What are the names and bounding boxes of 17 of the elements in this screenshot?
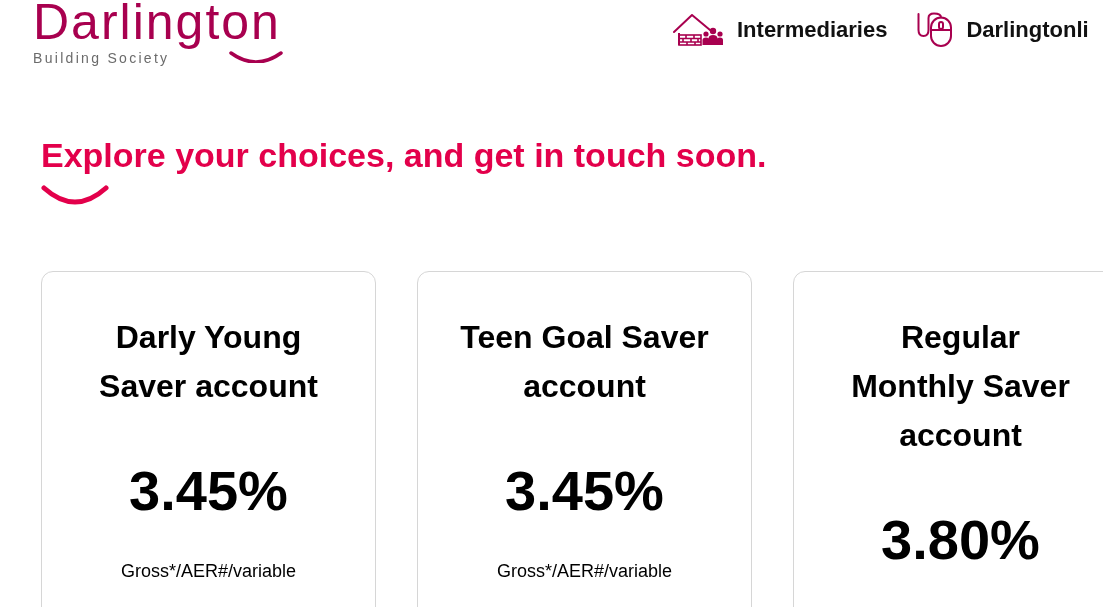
interest-rate: 3.45% <box>129 459 288 523</box>
smile-curve-icon <box>229 51 283 63</box>
card-title: Darly Young Saver account <box>99 318 318 406</box>
logo-tagline: Building Society <box>33 51 170 66</box>
house-people-icon <box>673 13 723 46</box>
rate-terms: Gross*/AER#/variable <box>120 560 297 583</box>
page-heading: Explore your choices, and get in touch soon. <box>41 137 767 173</box>
card-title: Teen Goal Saver account <box>460 318 709 406</box>
smile-curve-icon <box>41 185 109 205</box>
interest-rate: 3.80% <box>881 508 1040 572</box>
computer-mouse-icon <box>917 12 953 47</box>
logo-text: Darlington <box>33 0 281 51</box>
interest-rate: 3.45% <box>505 459 664 523</box>
card-title: Regular Monthly Saver account <box>851 318 1070 455</box>
rate-terms: Gross*/AER#/variable <box>496 560 673 583</box>
nav-link[interactable]: Intermediaries <box>673 13 888 46</box>
nav-link[interactable]: Darlingtonli <box>917 12 1089 47</box>
